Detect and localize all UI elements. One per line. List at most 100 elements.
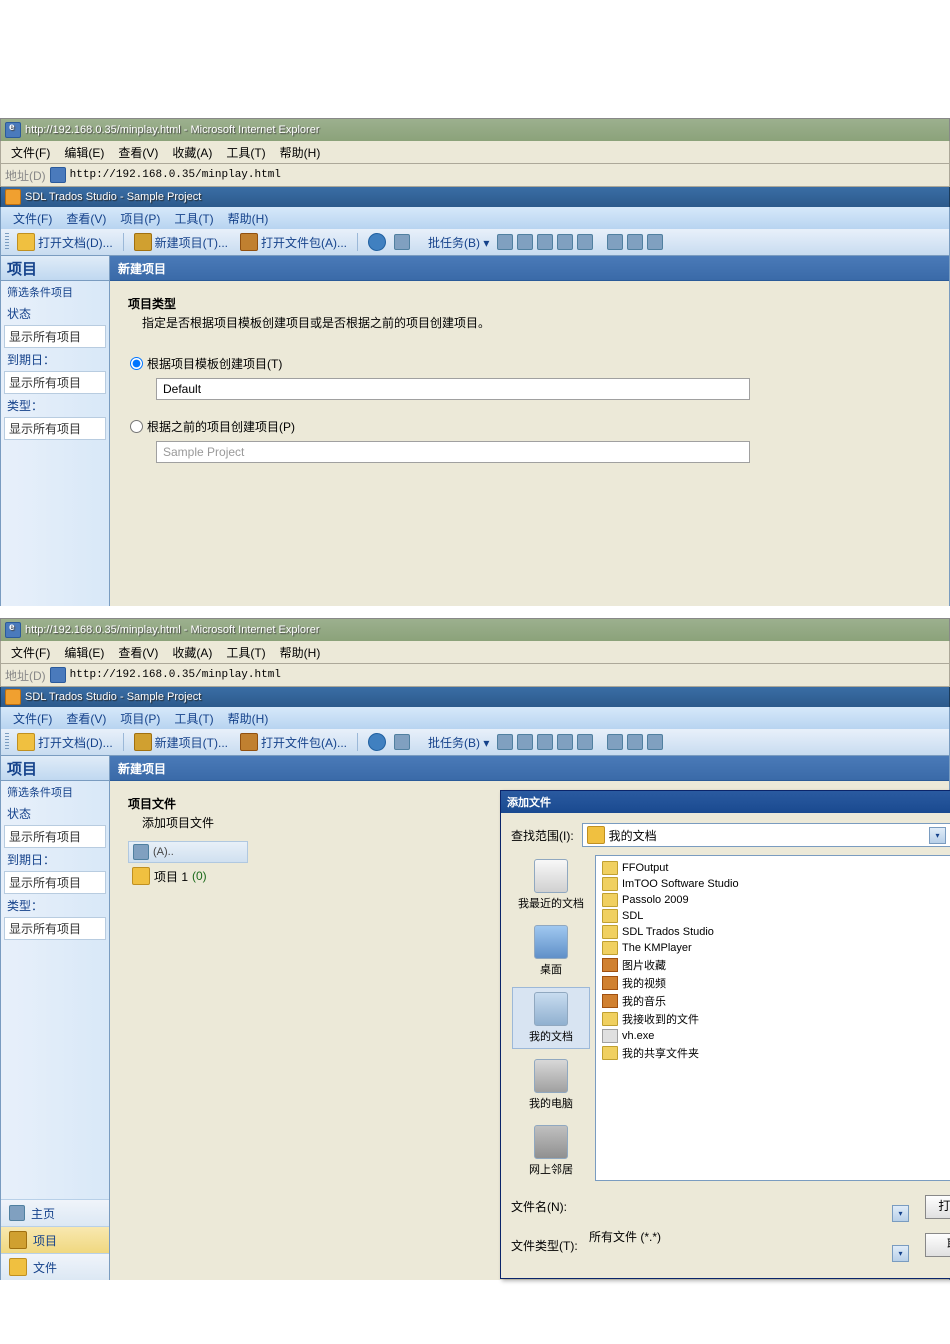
ie-menubar-2[interactable]: 文件(F) 编辑(E) 查看(V) 收藏(A) 工具(T) 帮助(H) bbox=[0, 641, 950, 664]
batch-task-button[interactable]: 批任务(B) ▾ bbox=[424, 732, 493, 753]
trados-menu-project[interactable]: 项目(P) bbox=[114, 708, 166, 729]
batch-task-button[interactable]: 批任务(B) ▾ bbox=[424, 232, 493, 253]
chevron-down-icon[interactable]: ▾ bbox=[892, 1205, 909, 1222]
toolbar-icon[interactable] bbox=[517, 734, 533, 750]
ie-menu-tools[interactable]: 工具(T) bbox=[220, 642, 271, 663]
toolbar-icon[interactable] bbox=[577, 734, 593, 750]
trados-menu-file[interactable]: 文件(F) bbox=[7, 208, 58, 229]
file-item[interactable]: Passolo 2009 bbox=[600, 892, 950, 908]
trados-menu-project[interactable]: 项目(P) bbox=[114, 208, 166, 229]
place-mycomputer[interactable]: 我的电脑 bbox=[513, 1055, 589, 1115]
file-item[interactable]: The KMPlayer bbox=[600, 940, 950, 956]
trados-menu-tools[interactable]: 工具(T) bbox=[168, 208, 219, 229]
ie-menu-tools[interactable]: 工具(T) bbox=[220, 142, 271, 163]
file-list[interactable]: FFOutputImTOO Software StudioPassolo 200… bbox=[595, 855, 950, 1181]
file-item[interactable]: SDL bbox=[600, 908, 950, 924]
nav-project[interactable]: 项目 bbox=[1, 1226, 109, 1253]
tree-root-item[interactable]: 项目 1 (0) bbox=[128, 865, 248, 887]
toolbar-icon[interactable] bbox=[394, 734, 410, 750]
toolbar-icon[interactable] bbox=[557, 234, 573, 250]
ie-menu-view[interactable]: 查看(V) bbox=[112, 642, 164, 663]
radio-template-row[interactable]: 根据项目模板创建项目(T) bbox=[130, 355, 931, 372]
sidebar-due-value[interactable]: 显示所有项目 bbox=[4, 371, 106, 394]
trados-menu-tools[interactable]: 工具(T) bbox=[168, 708, 219, 729]
place-network[interactable]: 网上邻居 bbox=[513, 1121, 589, 1181]
file-item[interactable]: 我的音乐 bbox=[600, 992, 950, 1010]
trados-menubar-1[interactable]: 文件(F) 查看(V) 项目(P) 工具(T) 帮助(H) bbox=[0, 207, 950, 229]
file-item[interactable]: 我接收到的文件 bbox=[600, 1010, 950, 1028]
trados-menu-file[interactable]: 文件(F) bbox=[7, 708, 58, 729]
radio-previous-row[interactable]: 根据之前的项目创建项目(P) bbox=[130, 418, 931, 435]
toolbar-icon[interactable] bbox=[607, 234, 623, 250]
toolbar-icon[interactable] bbox=[497, 734, 513, 750]
ie-menu-edit[interactable]: 编辑(E) bbox=[58, 142, 110, 163]
file-item[interactable]: 我的视频 bbox=[600, 974, 950, 992]
new-project-button[interactable]: 新建项目(T)... bbox=[130, 231, 232, 253]
nav-file[interactable]: 文件 bbox=[1, 1253, 109, 1280]
filename-combo[interactable]: ▾ bbox=[589, 1191, 909, 1222]
ie-url[interactable]: http://192.168.0.35/minplay.html bbox=[70, 669, 281, 681]
filetype-combo[interactable]: 所有文件 (*.*)▾ bbox=[589, 1228, 909, 1262]
trados-menubar-2[interactable]: 文件(F) 查看(V) 项目(P) 工具(T) 帮助(H) bbox=[0, 707, 950, 729]
ie-menu-help[interactable]: 帮助(H) bbox=[274, 642, 327, 663]
place-desktop[interactable]: 桌面 bbox=[513, 921, 589, 981]
trados-menu-view[interactable]: 查看(V) bbox=[60, 708, 112, 729]
open-button[interactable]: 打开(O) bbox=[925, 1195, 950, 1219]
trados-toolbar-1[interactable]: 打开文档(D)... 新建项目(T)... 打开文件包(A)... 批任务(B)… bbox=[0, 229, 950, 256]
trados-menu-view[interactable]: 查看(V) bbox=[60, 208, 112, 229]
open-doc-button[interactable]: 打开文档(D)... bbox=[13, 731, 117, 753]
toolbar-icon[interactable] bbox=[627, 234, 643, 250]
sidebar-type-value[interactable]: 显示所有项目 bbox=[4, 917, 106, 940]
file-item[interactable]: ImTOO Software Studio bbox=[600, 876, 950, 892]
trados-menu-help[interactable]: 帮助(H) bbox=[222, 208, 275, 229]
ie-menu-edit[interactable]: 编辑(E) bbox=[58, 642, 110, 663]
sidebar-type-value[interactable]: 显示所有项目 bbox=[4, 417, 106, 440]
open-doc-button[interactable]: 打开文档(D)... bbox=[13, 231, 117, 253]
file-item[interactable]: vh.exe bbox=[600, 1028, 950, 1044]
toolbar-icon[interactable] bbox=[627, 734, 643, 750]
place-recent[interactable]: 我最近的文档 bbox=[513, 855, 589, 915]
template-combo[interactable]: Default bbox=[156, 378, 750, 400]
toolbar-icon[interactable] bbox=[517, 234, 533, 250]
file-item[interactable]: 我的共享文件夹 bbox=[600, 1044, 950, 1062]
ie-menu-help[interactable]: 帮助(H) bbox=[274, 142, 327, 163]
toolbar-icon[interactable] bbox=[647, 234, 663, 250]
cancel-button[interactable]: 取消 bbox=[925, 1233, 950, 1257]
radio-from-template[interactable] bbox=[130, 357, 143, 370]
ie-menu-view[interactable]: 查看(V) bbox=[112, 142, 164, 163]
toolbar-icon[interactable] bbox=[394, 234, 410, 250]
ie-menubar[interactable]: 文件(F) 编辑(E) 查看(V) 收藏(A) 工具(T) 帮助(H) bbox=[0, 141, 950, 164]
help-button[interactable] bbox=[364, 731, 390, 753]
chevron-down-icon[interactable]: ▾ bbox=[929, 827, 946, 844]
toolbar-icon[interactable] bbox=[647, 734, 663, 750]
ie-menu-file[interactable]: 文件(F) bbox=[5, 142, 56, 163]
sidebar-due-value[interactable]: 显示所有项目 bbox=[4, 871, 106, 894]
toolbar-icon[interactable] bbox=[577, 234, 593, 250]
toolbar-icon[interactable] bbox=[497, 234, 513, 250]
ie-menu-fav[interactable]: 收藏(A) bbox=[166, 142, 218, 163]
file-item[interactable]: 图片收藏 bbox=[600, 956, 950, 974]
file-item[interactable]: FFOutput bbox=[600, 860, 950, 876]
trados-menu-help[interactable]: 帮助(H) bbox=[222, 708, 275, 729]
toolbar-icon[interactable] bbox=[557, 734, 573, 750]
toolbar-icon[interactable] bbox=[607, 734, 623, 750]
ie-url[interactable]: http://192.168.0.35/minplay.html bbox=[70, 169, 281, 181]
file-item[interactable]: SDL Trados Studio bbox=[600, 924, 950, 940]
open-package-button[interactable]: 打开文件包(A)... bbox=[236, 731, 351, 753]
new-project-button[interactable]: 新建项目(T)... bbox=[130, 731, 232, 753]
sidebar-status-value[interactable]: 显示所有项目 bbox=[4, 825, 106, 848]
help-button[interactable] bbox=[364, 231, 390, 253]
radio-from-previous[interactable] bbox=[130, 420, 143, 433]
open-package-button[interactable]: 打开文件包(A)... bbox=[236, 231, 351, 253]
tree-header: (A).. bbox=[128, 841, 248, 863]
chevron-down-icon[interactable]: ▾ bbox=[892, 1245, 909, 1262]
lookin-combo[interactable]: 我的文档 ▾ bbox=[582, 823, 950, 847]
ie-menu-fav[interactable]: 收藏(A) bbox=[166, 642, 218, 663]
nav-home[interactable]: 主页 bbox=[1, 1199, 109, 1226]
toolbar-icon[interactable] bbox=[537, 734, 553, 750]
place-mydocs[interactable]: 我的文档 bbox=[512, 987, 590, 1049]
trados-toolbar-2[interactable]: 打开文档(D)... 新建项目(T)... 打开文件包(A)... 批任务(B)… bbox=[0, 729, 950, 756]
ie-menu-file[interactable]: 文件(F) bbox=[5, 642, 56, 663]
toolbar-icon[interactable] bbox=[537, 234, 553, 250]
sidebar-status-value[interactable]: 显示所有项目 bbox=[4, 325, 106, 348]
